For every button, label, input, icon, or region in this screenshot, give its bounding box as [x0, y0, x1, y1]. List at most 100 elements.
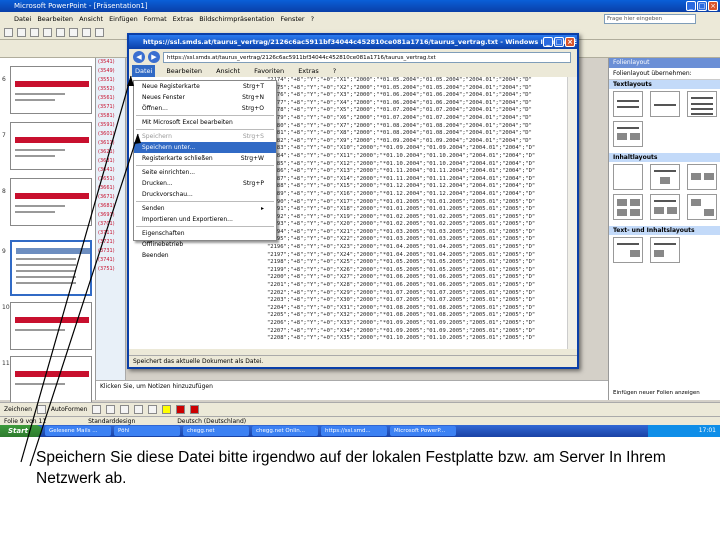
- layout-option[interactable]: [650, 164, 681, 190]
- notes-pane[interactable]: Klicken Sie, um Notizen hinzuzufügen: [96, 380, 608, 400]
- cut-icon[interactable]: [56, 28, 65, 37]
- menu-item[interactable]: Format: [144, 15, 167, 23]
- fill-color-icon[interactable]: [162, 405, 172, 414]
- slide-number: 6: [2, 76, 6, 83]
- menu-item[interactable]: ?: [311, 15, 314, 23]
- line-icon[interactable]: [92, 405, 102, 414]
- file-menu-item[interactable]: Seite einrichten...: [134, 167, 276, 178]
- browser-menu-item[interactable]: Bearbeiten: [163, 65, 205, 77]
- start-button[interactable]: Start: [0, 425, 42, 437]
- line-color-icon[interactable]: [176, 405, 186, 414]
- file-menu-item[interactable]: Importieren und Exportieren...: [134, 214, 276, 225]
- menu-item-label: Beenden: [142, 252, 169, 259]
- browser-menu-item[interactable]: Extras: [295, 65, 322, 77]
- forward-icon[interactable]: ▶: [148, 51, 160, 63]
- outline-entry: (3611): [98, 140, 115, 146]
- open-icon[interactable]: [17, 28, 26, 37]
- vertical-scrollbar[interactable]: [567, 77, 577, 349]
- pointer-icon[interactable]: [36, 405, 46, 414]
- layout-option[interactable]: [687, 91, 718, 117]
- help-search-input[interactable]: Frage hier eingeben: [604, 14, 696, 24]
- menu-item[interactable]: Einfügen: [109, 15, 138, 23]
- outline-entry: (3552): [98, 86, 115, 92]
- outline-entry: (3751): [98, 266, 115, 272]
- outline-entry: (3631): [98, 158, 115, 164]
- slide-thumbnail[interactable]: [10, 302, 92, 350]
- layout-option[interactable]: [687, 164, 718, 190]
- layout-option[interactable]: [613, 91, 643, 117]
- rectangle-icon[interactable]: [120, 405, 130, 414]
- section-text-layouts: Textlayouts: [609, 80, 720, 89]
- menu-item[interactable]: Datei: [14, 15, 31, 23]
- save-icon[interactable]: [30, 28, 39, 37]
- new-icon[interactable]: [4, 28, 13, 37]
- slide-thumbnail[interactable]: [10, 356, 92, 404]
- taskbar-button[interactable]: https://ssl.smd...: [321, 426, 387, 436]
- file-menu-item[interactable]: Registerkarte schließen Strg+W: [134, 153, 276, 164]
- file-menu-item[interactable]: Beenden: [134, 250, 276, 261]
- text-line: "2204";"+8";"Y";"+0";"X31";"2000";"*01.0…: [267, 304, 536, 311]
- textbox-icon[interactable]: [148, 405, 158, 414]
- browser-menu-item[interactable]: ?: [330, 65, 339, 77]
- paste-icon[interactable]: [82, 28, 91, 37]
- layout-option[interactable]: [650, 237, 681, 263]
- layout-option[interactable]: [613, 164, 643, 190]
- slide-thumbnail[interactable]: [10, 66, 92, 114]
- address-bar[interactable]: https://ssl.smds.at/taurus_vertrag/2126c…: [163, 51, 571, 63]
- file-menu-item[interactable]: Drucken... Strg+P: [134, 178, 276, 189]
- back-icon[interactable]: ◀: [133, 51, 145, 63]
- close-icon[interactable]: ×: [565, 37, 575, 47]
- layout-option[interactable]: [613, 237, 643, 263]
- browser-menu-item[interactable]: Ansicht: [213, 65, 243, 77]
- close-icon[interactable]: ×: [708, 1, 718, 11]
- autoshapes-menu[interactable]: AutoFormen: [51, 406, 88, 413]
- file-menu-item[interactable]: Neue Registerkarte Strg+T: [134, 81, 276, 92]
- menu-item[interactable]: Extras: [173, 15, 194, 23]
- browser-statusbar: Speichert das aktuelle Dokument als Date…: [129, 355, 577, 367]
- outline-entry: (3641): [98, 167, 115, 173]
- taskbar-button[interactable]: Microsoft PowerP...: [390, 426, 456, 436]
- taskbar-button[interactable]: chegg.net Onlin...: [252, 426, 318, 436]
- file-menu-item[interactable]: Neues Fenster Strg+N: [134, 92, 276, 103]
- browser-menu-item[interactable]: Datei: [132, 65, 156, 77]
- undo-icon[interactable]: [95, 28, 104, 37]
- browser-menu-item[interactable]: Favoriten: [251, 65, 287, 77]
- file-menu-item[interactable]: Eigenschaften: [134, 228, 276, 239]
- taskbar-button[interactable]: chegg.net: [183, 426, 249, 436]
- file-menu-item[interactable]: Offlinebetrieb: [134, 239, 276, 250]
- text-line: "2208";"+8";"Y";"+0";"X35";"2000";"*01.1…: [267, 335, 536, 342]
- layout-option[interactable]: [687, 194, 718, 220]
- draw-menu[interactable]: Zeichnen: [4, 406, 32, 413]
- taskbar-button[interactable]: Gelesene Mails ...: [45, 426, 111, 436]
- arrow-icon[interactable]: [106, 405, 116, 414]
- font-color-icon[interactable]: [190, 405, 200, 414]
- show-on-insert-checkbox[interactable]: Einfügen neuer Folien anzeigen: [613, 390, 700, 396]
- slide-thumbnail-selected[interactable]: [10, 240, 92, 296]
- minimize-icon[interactable]: _: [543, 37, 553, 47]
- taskbar-button[interactable]: Pöhl: [114, 426, 180, 436]
- file-menu-item[interactable]: Senden ▸: [134, 203, 276, 214]
- file-menu-item[interactable]: Speichern Strg+S: [134, 131, 276, 142]
- menu-item[interactable]: Fenster: [280, 15, 304, 23]
- file-menu-item[interactable]: Öffnen... Strg+O: [134, 103, 276, 114]
- layout-option[interactable]: [650, 91, 681, 117]
- ellipse-icon[interactable]: [134, 405, 144, 414]
- file-menu-item[interactable]: Speichern unter...: [134, 142, 276, 153]
- slide-thumbnail[interactable]: [10, 178, 92, 226]
- copy-icon[interactable]: [69, 28, 78, 37]
- slide-thumbnail[interactable]: [10, 122, 92, 170]
- outline-entry: (3671): [98, 194, 115, 200]
- print-icon[interactable]: [43, 28, 52, 37]
- minimize-icon[interactable]: _: [686, 1, 696, 11]
- layout-option[interactable]: [613, 121, 643, 147]
- file-menu-item[interactable]: Druckvorschau...: [134, 189, 276, 200]
- maximize-icon[interactable]: □: [697, 1, 707, 11]
- menu-item[interactable]: Bearbeiten: [37, 15, 73, 23]
- maximize-icon[interactable]: □: [554, 37, 564, 47]
- layout-option[interactable]: [650, 194, 681, 220]
- menu-item[interactable]: Ansicht: [79, 15, 103, 23]
- layout-task-pane: Folienlayout Folienlayout übernehmen: Te…: [608, 58, 720, 400]
- layout-option[interactable]: [613, 194, 643, 220]
- menu-item[interactable]: Bildschirmpräsentation: [199, 15, 274, 23]
- file-menu-item[interactable]: Mit Microsoft Excel bearbeiten: [134, 117, 276, 128]
